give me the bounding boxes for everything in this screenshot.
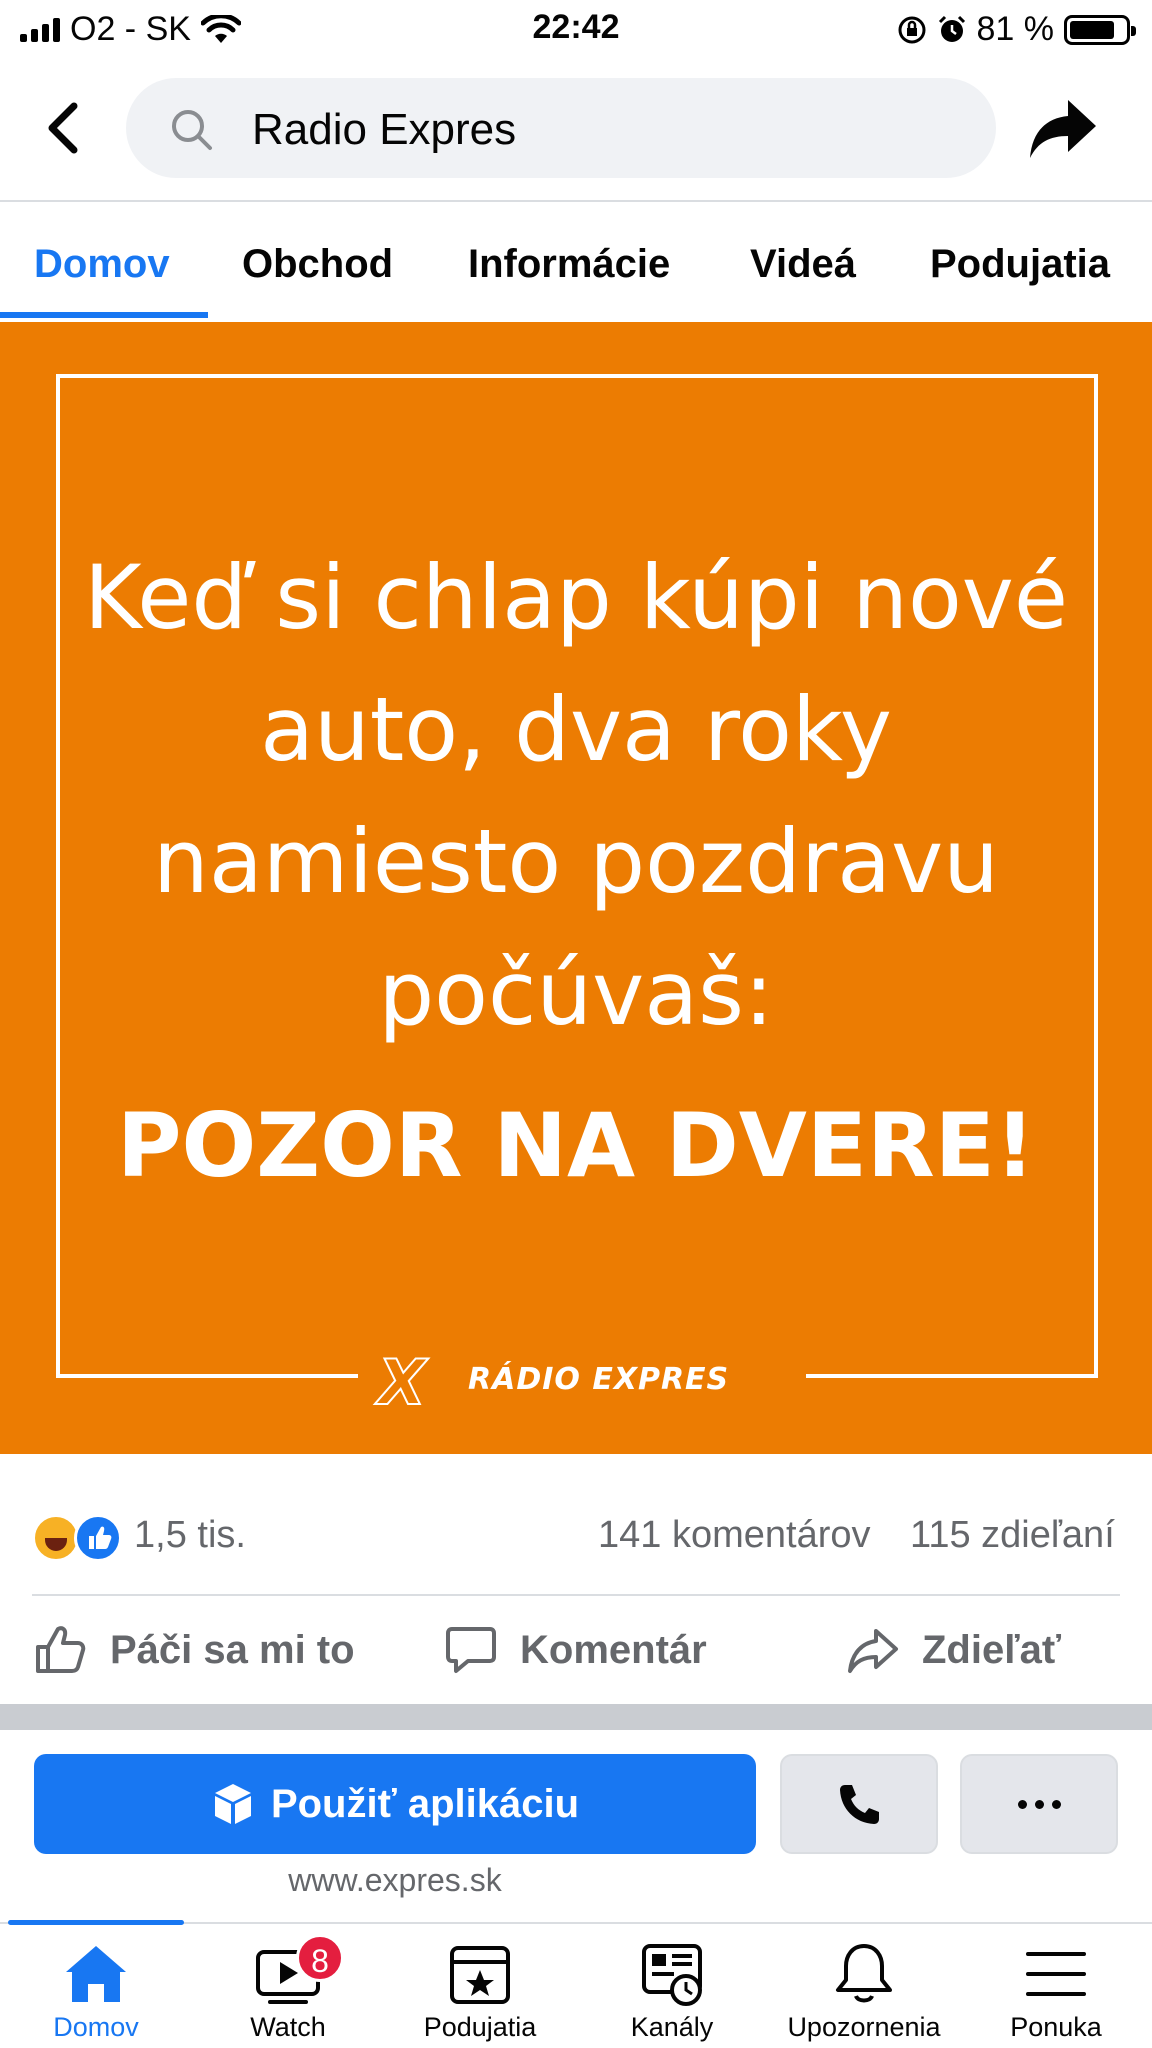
alarm-icon — [938, 15, 965, 42]
watch-badge: 8 — [296, 1934, 344, 1982]
more-dots-icon — [1017, 1799, 1061, 1809]
website-link[interactable]: www.expres.sk — [0, 1862, 790, 1899]
nav-item-ponuka[interactable]: Ponuka — [960, 1924, 1152, 2048]
quote-line: počúvaš: — [378, 942, 774, 1045]
box-icon — [214, 1784, 251, 1824]
events-icon — [450, 1946, 510, 2004]
logo-text: RÁDIO EXPRES — [468, 1362, 730, 1397]
haha-reaction-icon — [32, 1514, 80, 1562]
share-label: Zdieľať — [922, 1627, 1062, 1672]
comment-label: Komentár — [520, 1627, 707, 1672]
use-app-button[interactable]: Použiť aplikáciu — [34, 1754, 756, 1854]
reactions-count[interactable]: 1,5 tis. — [134, 1514, 246, 1557]
nav-item-podujatia[interactable]: Podujatia — [384, 1924, 576, 2048]
battery-icon — [1064, 14, 1136, 45]
reaction-icons[interactable] — [32, 1514, 124, 1562]
nav-label: Podujatia — [423, 2012, 537, 2042]
status-right: 81 % — [897, 10, 1136, 49]
status-bar: O2 - SK 22:42 81 % — [0, 0, 1152, 60]
share-arrow-icon — [848, 1629, 898, 1673]
back-icon[interactable] — [40, 98, 90, 158]
quote-punchline: POZOR NA DVERE! — [117, 1094, 1035, 1197]
frame-line — [806, 1374, 1098, 1378]
nav-label: Watch — [250, 2012, 326, 2042]
comments-count[interactable]: 141 komentárov — [598, 1514, 871, 1557]
like-label: Páči sa mi to — [110, 1627, 355, 1672]
nav-label: Kanály — [630, 2012, 714, 2042]
post-image[interactable]: Keď si chlap kúpi nové auto, dva roky na… — [0, 322, 1152, 1454]
like-reaction-icon — [74, 1514, 122, 1562]
nav-label: Upozornenia — [787, 2012, 941, 2042]
use-app-label: Použiť aplikáciu — [270, 1781, 580, 1826]
search-value: Radio Expres — [252, 105, 517, 154]
quote-line: namiesto pozdravu — [153, 810, 999, 913]
logo-x-icon: X — [377, 1345, 427, 1420]
nav-item-domov[interactable]: Domov — [0, 1924, 192, 2048]
comment-button[interactable]: Komentár — [444, 1620, 707, 1680]
section-separator — [0, 1704, 1152, 1730]
bell-icon — [836, 1944, 892, 2003]
shares-count[interactable]: 115 zdieľaní — [910, 1514, 1115, 1557]
bottom-nav: Domov 8 Watch Podujatia Kanály Upozornen… — [0, 1920, 1152, 2048]
thumbs-up-icon — [36, 1626, 86, 1673]
call-button[interactable] — [780, 1754, 938, 1854]
tab-informacie[interactable]: Informácie — [468, 242, 670, 287]
search-icon — [172, 110, 212, 150]
page-tabs: Domov Obchod Informácie Videá Podujatia — [0, 202, 1152, 322]
divider — [32, 1594, 1120, 1596]
share-button[interactable]: Zdieľať — [846, 1620, 1061, 1680]
menu-icon — [1026, 1952, 1086, 1996]
nav-item-upozornenia[interactable]: Upozornenia — [768, 1924, 960, 2048]
frame-line — [56, 1374, 358, 1378]
battery-percent: 81 % — [976, 10, 1055, 48]
home-icon — [66, 1946, 126, 2002]
more-button[interactable] — [960, 1754, 1118, 1854]
post-actions: Páči sa mi to Komentár Zdieľať — [0, 1600, 1152, 1700]
search-header: Radio Expres — [0, 70, 1152, 200]
search-input[interactable]: Radio Expres — [126, 78, 996, 178]
orientation-lock-icon — [898, 16, 925, 43]
comment-icon — [446, 1627, 496, 1673]
nav-label: Ponuka — [1010, 2012, 1102, 2042]
nav-item-watch[interactable]: 8 Watch — [192, 1924, 384, 2048]
feeds-icon — [642, 1944, 702, 2006]
tab-videa[interactable]: Videá — [750, 242, 856, 287]
quote-line: auto, dva roky — [260, 678, 892, 781]
radio-expres-logo: X RÁDIO EXPRES — [377, 1345, 788, 1420]
nav-item-kanaly[interactable]: Kanály — [576, 1924, 768, 2048]
phone-icon — [840, 1785, 879, 1824]
reactions-row: 1,5 tis. 141 komentárov 115 zdieľaní — [0, 1484, 1152, 1584]
tab-podujatia[interactable]: Podujatia — [930, 242, 1110, 287]
like-button[interactable]: Páči sa mi to — [34, 1620, 355, 1680]
frame-line — [56, 374, 60, 1378]
nav-label: Domov — [53, 2012, 139, 2042]
active-tab-indicator — [0, 312, 208, 318]
share-icon[interactable] — [1026, 94, 1100, 164]
tab-domov[interactable]: Domov — [34, 242, 170, 287]
tab-obchod[interactable]: Obchod — [242, 242, 393, 287]
quote-text: Keď si chlap kúpi nové auto, dva roky na… — [70, 532, 1082, 1060]
battery-fill — [1070, 20, 1114, 39]
frame-line — [1094, 374, 1098, 1378]
quote-line: Keď si chlap kúpi nové — [83, 546, 1069, 649]
frame-line — [56, 374, 1098, 378]
